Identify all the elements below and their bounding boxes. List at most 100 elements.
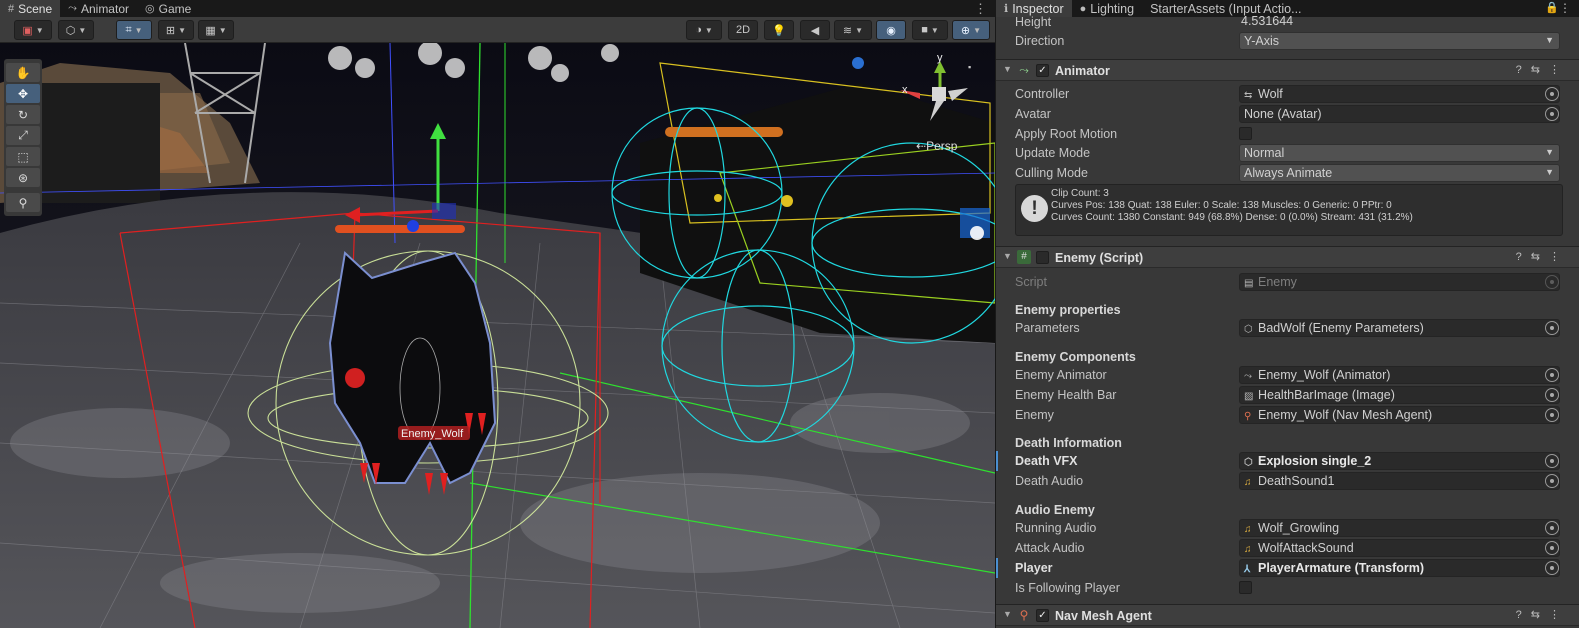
audio-clip-icon: ♫ [1244, 524, 1252, 535]
audio-toggle[interactable]: ◀ [800, 20, 830, 40]
animator-icon: ⤳ [68, 2, 77, 14]
prefab-icon: ⬡ [1244, 457, 1253, 468]
object-picker-icon[interactable] [1545, 107, 1559, 121]
rect-icon: ⬚ [17, 149, 29, 164]
hidden-objects-toggle[interactable]: ◉ [876, 20, 906, 40]
rotate-tool[interactable]: ↻ [6, 105, 40, 124]
component-header-buttons[interactable]: ?⇆⋮ [1516, 63, 1569, 76]
tab-game[interactable]: ◎ Game [137, 0, 199, 17]
render-mode-dropdown[interactable]: ⬡ ▼ [58, 20, 94, 40]
audio-clip-icon: ♫ [1244, 544, 1252, 555]
object-picker-icon[interactable] [1545, 454, 1559, 468]
rect-tool[interactable]: ⬚ [6, 147, 40, 166]
enemy-animator-field[interactable]: ⤳ Enemy_Wolf (Animator) [1239, 366, 1560, 384]
transform-icon: ⊛ [17, 170, 29, 185]
player-field[interactable]: ⅄ PlayerArmature (Transform) [1239, 559, 1560, 577]
enemy-name-label: Enemy_Wolf [401, 428, 464, 440]
running-audio-row: Running Audio ♫ Wolf_Growling [996, 518, 1579, 538]
custom-tool-icon: ⚲ [18, 195, 28, 210]
draw-mode-icon: ▣ [22, 24, 33, 37]
parameters-field[interactable]: ⬡ BadWolf (Enemy Parameters) [1239, 319, 1560, 337]
controller-field[interactable]: ⇆ Wolf [1239, 85, 1560, 103]
foldout-arrow-icon[interactable]: ▼ [1003, 609, 1012, 619]
object-picker-icon[interactable] [1545, 408, 1559, 422]
object-picker-icon [1545, 275, 1559, 289]
shading-dropdown[interactable]: ◑ ▼ [686, 20, 722, 40]
script-field: ▤ Enemy [1239, 273, 1560, 291]
nav-mesh-agent-enabled-checkbox[interactable]: ✓ [1036, 609, 1049, 622]
scene-toolbar: ▣ ▼ ⬡ ▼ ⌗ ▼ ⊞ ▼ ▦ ▼ ◑ ▼ 2D 💡 ◀ ≋ ▼ ◉ ■ ▼ ⊕ ▼ [0, 17, 995, 43]
cube-icon: ⬡ [65, 24, 76, 37]
death-audio-row: Death Audio ♫ DeathSound1 [996, 471, 1579, 491]
enemy-script-header[interactable]: ▼ # Enemy (Script) ?⇆⋮ [996, 246, 1579, 268]
component-header-buttons[interactable]: ?⇆⋮ [1516, 608, 1569, 621]
culling-mode-dropdown[interactable]: Always Animate ▼ [1239, 164, 1560, 182]
is-following-player-checkbox[interactable] [1239, 581, 1252, 594]
grid-lines-icon: ▦ [205, 24, 216, 37]
attack-audio-field[interactable]: ♫ WolfAttackSound [1239, 539, 1560, 557]
component-header-buttons[interactable]: ?⇆⋮ [1516, 250, 1569, 263]
warning-icon: ! [1021, 195, 1048, 222]
perspective-toggle[interactable]: ⇠Persp [916, 139, 957, 153]
nav-mesh-agent-header[interactable]: ▼ ⚲ ✓ Nav Mesh Agent ?⇆⋮ [996, 604, 1579, 626]
camera-dropdown[interactable]: ■ ▼ [912, 20, 948, 40]
enemy-field[interactable]: ⚲ Enemy_Wolf (Nav Mesh Agent) [1239, 406, 1560, 424]
update-mode-dropdown[interactable]: Normal ▼ [1239, 144, 1560, 162]
draw-mode-dropdown[interactable]: ▣ ▼ [14, 20, 52, 40]
lighting-toggle[interactable]: 💡 [764, 20, 794, 40]
death-audio-field[interactable]: ♫ DeathSound1 [1239, 472, 1560, 490]
foldout-arrow-icon[interactable]: ▼ [1003, 64, 1012, 74]
gamepad-icon: ◎ [145, 3, 155, 15]
rotate-icon: ↻ [17, 107, 29, 122]
object-picker-icon[interactable] [1545, 561, 1559, 575]
tab-scene[interactable]: # Scene [0, 0, 61, 17]
hand-tool[interactable]: ✋ [6, 63, 40, 82]
object-picker-icon[interactable] [1545, 87, 1559, 101]
gizmo-lock-icon[interactable]: ▪ [968, 62, 971, 72]
running-audio-field[interactable]: ♫ Wolf_Growling [1239, 519, 1560, 537]
object-picker-icon[interactable] [1545, 388, 1559, 402]
object-picker-icon[interactable] [1545, 321, 1559, 335]
toggle-2d-button[interactable]: 2D [728, 20, 758, 40]
animator-icon: ⤳ [1019, 63, 1029, 77]
apply-root-motion-checkbox[interactable] [1239, 127, 1252, 140]
object-picker-icon[interactable] [1545, 541, 1559, 555]
move-icon: ✥ [17, 86, 29, 101]
object-picker-icon[interactable] [1545, 474, 1559, 488]
transform-tool[interactable]: ⊛ [6, 168, 40, 187]
scene-viewport[interactable]: y x ▪ Enemy_Wolf ✋ ✥ ↻ ⤢ ⬚ ⊛ ⚲ ⇠Persp [0, 43, 995, 628]
increment-snap-dropdown[interactable]: ⊞ ▼ [158, 20, 194, 40]
height-field[interactable]: 4.531644 [1239, 13, 1560, 31]
custom-tool[interactable]: ⚲ [6, 193, 40, 212]
grid-snap-dropdown[interactable]: ⌗ ▼ [116, 20, 152, 40]
move-tool[interactable]: ✥ [6, 84, 40, 103]
scale-tool[interactable]: ⤢ [6, 126, 40, 145]
death-vfx-row: Death VFX ⬡ Explosion single_2 [996, 451, 1579, 471]
avatar-field[interactable]: None (Avatar) [1239, 105, 1560, 123]
gizmos-dropdown[interactable]: ⊕ ▼ [952, 20, 990, 40]
audio-clip-icon: ♫ [1244, 477, 1252, 488]
death-vfx-field[interactable]: ⬡ Explosion single_2 [1239, 452, 1560, 470]
enemy-script-enabled-checkbox[interactable] [1036, 251, 1049, 264]
tab-animator[interactable]: ⤳ Animator [60, 0, 137, 17]
scriptable-object-icon: ⬡ [1244, 324, 1253, 335]
enemy-health-bar-field[interactable]: ▨ HealthBarImage (Image) [1239, 386, 1560, 404]
scene-tab-bar: # Scene ⤳ Animator ◎ Game ⋮ [0, 0, 995, 17]
direction-dropdown[interactable]: Y-Axis ▼ [1239, 32, 1560, 50]
controller-row: Controller ⇆ Wolf [996, 84, 1579, 104]
animator-enabled-checkbox[interactable]: ✓ [1036, 64, 1049, 77]
speaker-icon: ◀ [810, 24, 820, 37]
animator-component-header[interactable]: ▼ ⤳ ✓ Animator ?⇆⋮ [996, 59, 1579, 81]
enemy-animator-row: Enemy Animator ⤳ Enemy_Wolf (Animator) [996, 365, 1579, 385]
object-picker-icon[interactable] [1545, 368, 1559, 382]
chevron-down-icon: ▼ [1545, 167, 1554, 177]
grid-visibility-dropdown[interactable]: ▦ ▼ [198, 20, 234, 40]
effects-dropdown[interactable]: ≋ ▼ [834, 20, 872, 40]
enemy-healthbar [335, 225, 465, 233]
scene-menu-icon[interactable]: ⋮ [974, 0, 987, 17]
parameters-row: Parameters ⬡ BadWolf (Enemy Parameters) [996, 318, 1579, 338]
gizmo-icon: ⊕ [960, 24, 971, 37]
object-picker-icon[interactable] [1545, 521, 1559, 535]
foldout-arrow-icon[interactable]: ▼ [1003, 251, 1012, 261]
layers-icon: ≋ [842, 24, 853, 37]
